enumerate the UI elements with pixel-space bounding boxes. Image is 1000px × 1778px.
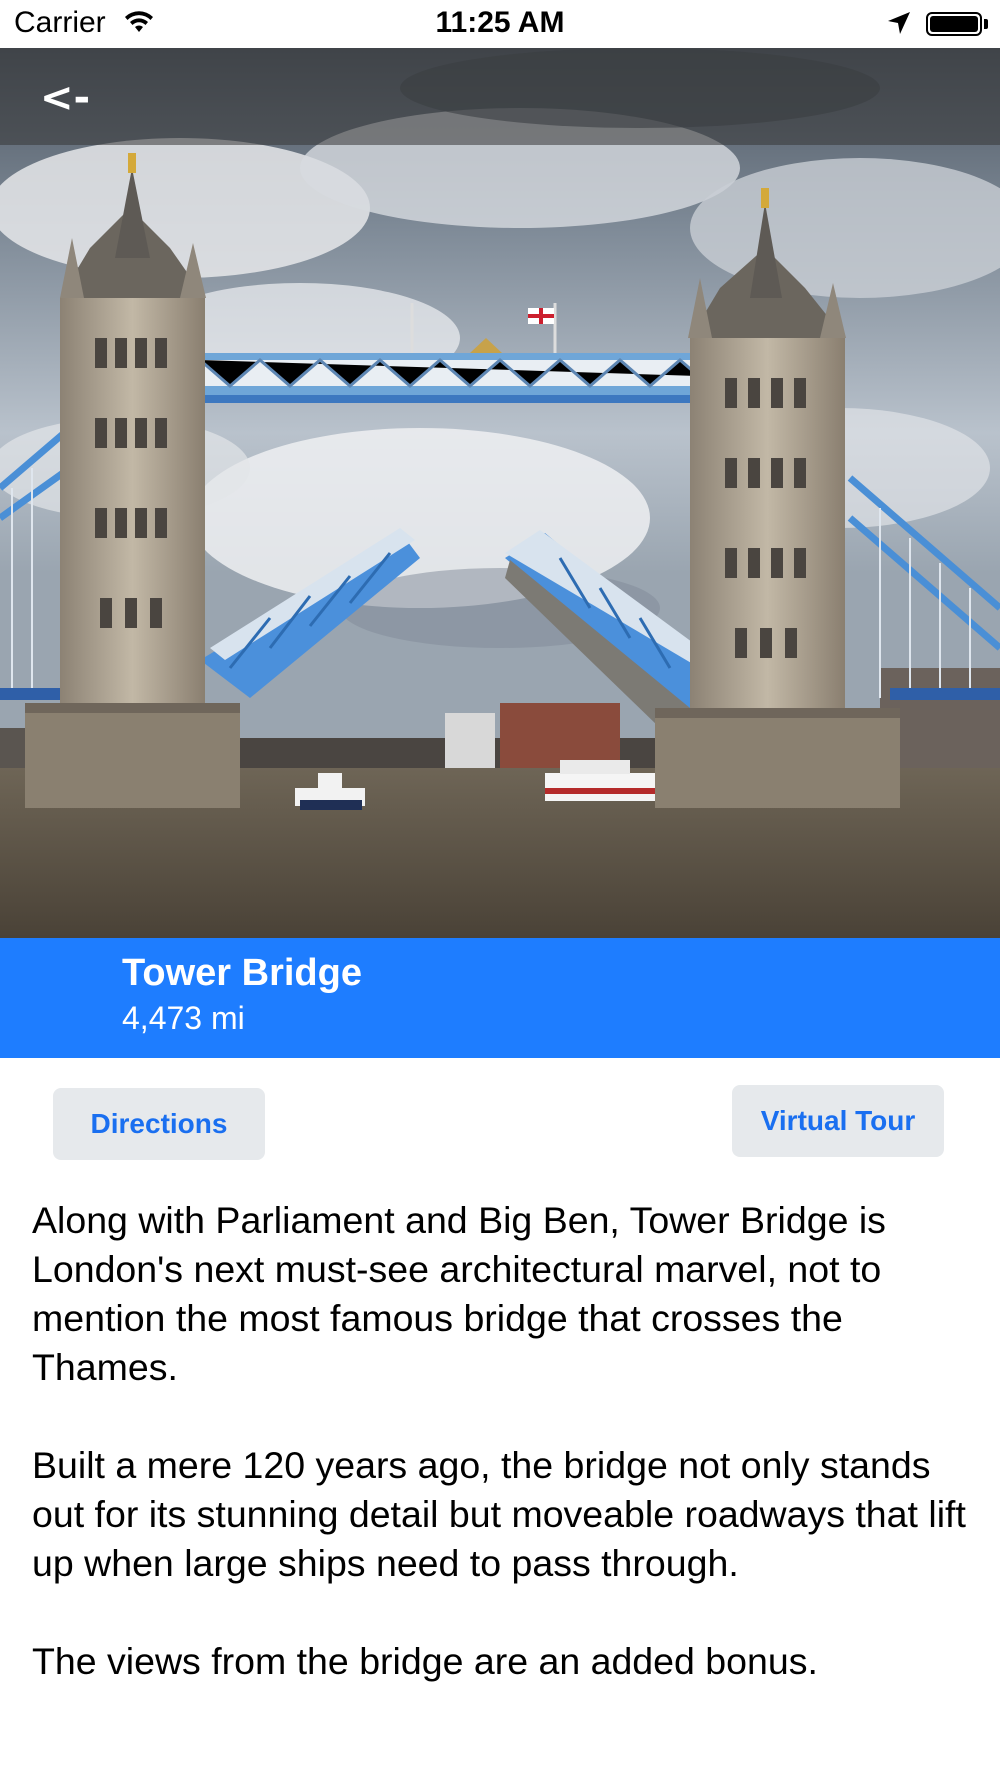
description-paragraph: Built a mere 120 years ago, the bridge n… [32,1444,966,1584]
directions-button[interactable]: Directions [53,1088,265,1160]
battery-tip [984,19,988,29]
back-button[interactable]: <- [40,74,110,122]
location-arrow-icon [886,10,912,41]
status-bar: Carrier 11:25 AM [0,0,1000,48]
status-time: 11:25 AM [435,6,565,39]
description-paragraph: The views from the bridge are an added b… [32,1640,818,1682]
description-paragraph: Along with Parliament and Big Ben, Tower… [32,1199,886,1388]
place-info-band: Tower Bridge 4,473 mi [0,938,1000,1058]
nav-bar: <- [0,48,1000,145]
hero-image [0,48,1000,938]
battery-icon [926,12,982,36]
place-distance: 4,473 mi [122,1000,245,1036]
description: Along with Parliament and Big Ben, Tower… [32,1196,972,1735]
virtual-tour-button[interactable]: Virtual Tour [732,1085,944,1157]
place-title: Tower Bridge [122,952,362,994]
